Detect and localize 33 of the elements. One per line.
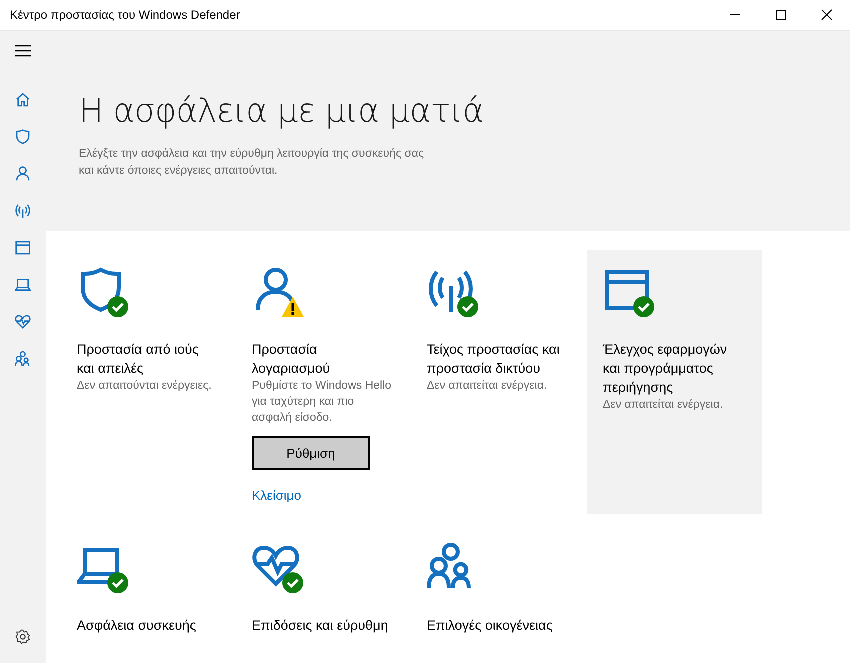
tile-title: Προστασία από ιούς και απειλές	[77, 341, 200, 378]
heart-icon[interactable]	[15, 314, 31, 330]
window-icon[interactable]	[15, 240, 31, 256]
laptop-icon[interactable]	[15, 277, 31, 293]
tile[interactable]: Προστασία λογαριασμού Ρυθμίστε το Windows Hello για ταχύτερη και πιο ασφαλή είσοδο. Ρύθμιση Κλείσιμο	[240, 250, 415, 514]
tile[interactable]: Επιδόσεις και εύρυθμη	[240, 514, 415, 645]
highlighted-tile[interactable]: Έλεγχος εφαρμογών και προγράμματος περιήγησης Δεν απαιτείται ενέργεια.	[587, 250, 762, 514]
tile-title: Τείχος προστασίας και προστασία δικτύου	[427, 341, 561, 378]
tile[interactable]: Επιλογές οικογένειας	[415, 514, 587, 645]
shield-icon[interactable]	[15, 129, 31, 145]
tile[interactable]: Προστασία από ιούς και απειλές Δεν απαιτούνται ενέργειες.	[65, 250, 240, 514]
tile-title: Έλεγχος εφαρμογών και προγράμματος περιήγησης	[603, 341, 728, 397]
tile-title: Επιδόσεις και εύρυθμη	[252, 617, 390, 635]
page-title: Η ασφάλεια με μια ματιά	[79, 91, 485, 130]
tile[interactable]: Τείχος προστασίας και προστασία δικτύου Δεν απαιτείται ενέργεια.	[415, 250, 587, 514]
tile-status: Ρυθμίστε το Windows Hello για ταχύτερη και πιο ασφαλή είσοδο.	[252, 379, 393, 426]
tile-title: Προστασία λογαριασμού	[252, 341, 332, 378]
tile-title: Επιλογές οικογένειας	[427, 617, 554, 635]
tile-status: Δεν απαιτείται ενέργεια.	[603, 398, 724, 413]
tile-title: Ασφάλεια συσκευής	[77, 617, 198, 635]
page-description: Ελέγξτε την ασφάλεια και την εύρυθμη λειτουργία της συσκευής σας και κάντε όποιες ενέργειες απαιτούνται.	[79, 147, 426, 179]
tile-status: Δεν απαιτούνται ενέργειες.	[77, 379, 213, 394]
antenna-icon[interactable]	[15, 203, 31, 219]
setup-button[interactable]: Ρύθμιση	[252, 436, 370, 470]
window-title: Κέντρο προστασίας του Windows Defender	[9, 8, 242, 22]
home-icon[interactable]	[15, 92, 31, 108]
tile-status: Δεν απαιτείται ενέργεια.	[427, 379, 548, 394]
menu-icon[interactable]	[15, 43, 31, 59]
person-icon[interactable]	[15, 166, 31, 182]
tile[interactable]: Ασφάλεια συσκευής	[65, 514, 240, 645]
dismiss-link[interactable]: Κλείσιμο	[252, 488, 302, 503]
settings-icon[interactable]	[15, 629, 31, 645]
family-icon[interactable]	[15, 351, 31, 367]
